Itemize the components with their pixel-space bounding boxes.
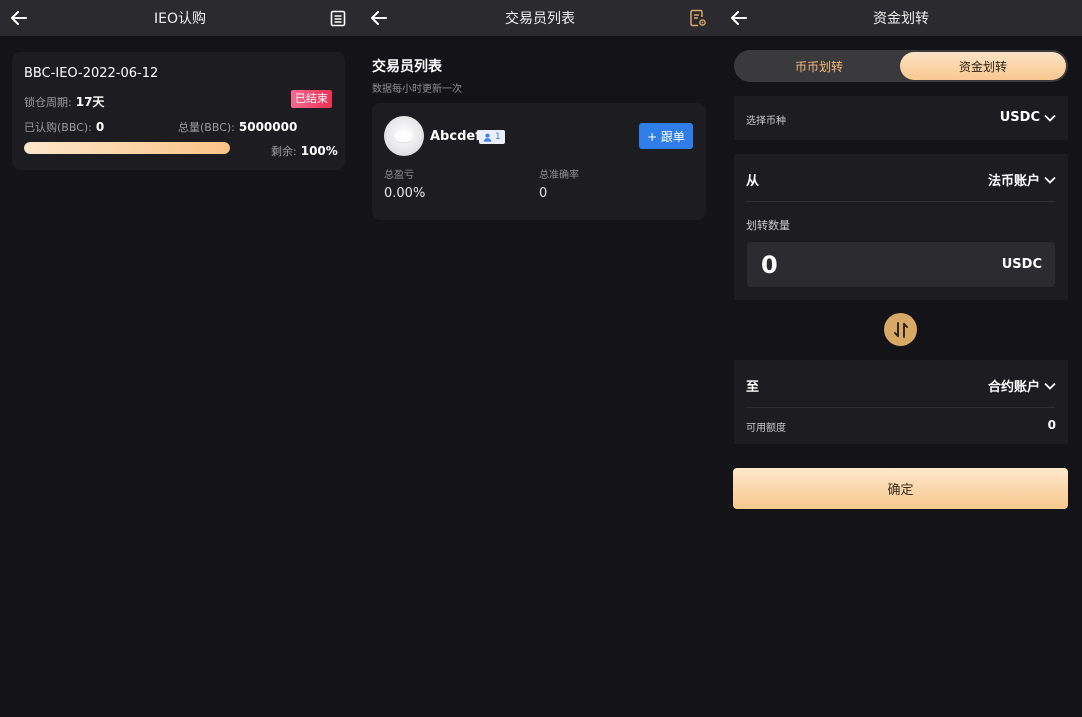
transfer-header: 资金划转 <box>720 0 1082 36</box>
total-label: 总量(BBC): <box>178 121 235 134</box>
ieo-project-card[interactable]: BBC-IEO-2022-06-12 锁仓周期: 17天 已结束 已认购(BBC)… <box>12 52 345 170</box>
amount-unit: USDC <box>1001 257 1042 272</box>
trader-name: Abcdef <box>430 129 481 144</box>
subscribed-label: 已认购(BBC): <box>24 121 92 134</box>
follower-count-badge: 1 <box>479 130 505 144</box>
chevron-down-icon <box>1044 114 1056 122</box>
status-badge: 已结束 <box>291 90 332 108</box>
transfer-screen: 资金划转 币币划转 资金划转 选择币种 USDC 从 法币账户 划转数量 0 U… <box>720 0 1082 717</box>
total-amount: 总量(BBC): 5000000 <box>178 119 297 135</box>
document-gear-icon[interactable] <box>688 8 708 28</box>
from-account-select[interactable]: 法币账户 <box>988 170 1056 189</box>
user-icon <box>483 133 492 142</box>
lock-period-value: 17天 <box>75 95 105 109</box>
page-title: IEO认购 <box>154 11 206 27</box>
remaining-progress-bar <box>24 142 230 154</box>
ieo-header: IEO认购 <box>0 0 360 36</box>
pnl-value: 0.00% <box>384 186 426 201</box>
trader-card[interactable]: Abcdef 1 + 跟单 总盈亏 0.00% 总准确率 0 <box>372 103 706 220</box>
back-arrow-icon[interactable] <box>368 7 390 29</box>
record-list-icon[interactable] <box>328 8 348 28</box>
remaining-value: 100% <box>300 144 338 158</box>
lock-period-label: 锁仓周期: <box>24 96 72 109</box>
back-arrow-icon[interactable] <box>8 7 30 29</box>
divider <box>746 407 1055 408</box>
remaining: 剩余: 100% <box>271 143 338 159</box>
transfer-type-tabs: 币币划转 资金划转 <box>734 50 1068 82</box>
confirm-button[interactable]: 确定 <box>733 468 1068 509</box>
coin-label: 选择币种 <box>746 116 786 127</box>
from-section: 从 法币账户 划转数量 0 USDC <box>734 154 1068 300</box>
ieo-screen: IEO认购 BBC-IEO-2022-06-12 锁仓周期: 17天 已结束 已认… <box>0 0 360 717</box>
available-value: 0 <box>1047 418 1056 432</box>
coin-select-row[interactable]: 选择币种 USDC <box>734 96 1068 140</box>
trader-list-screen: 交易员列表 交易员列表 数据每小时更新一次 Abcdef 1 + 跟单 总盈亏 … <box>360 0 720 717</box>
project-name: BBC-IEO-2022-06-12 <box>24 66 159 81</box>
chevron-down-icon <box>1044 382 1056 390</box>
subscribed-value: 0 <box>95 120 105 134</box>
section-title: 交易员列表 <box>372 59 442 75</box>
to-section: 至 合约账户 可用额度 0 <box>734 360 1068 444</box>
available-label: 可用额度 <box>746 423 786 434</box>
coin-value: USDC <box>999 110 1040 125</box>
from-label: 从 <box>746 174 760 189</box>
section-subtitle: 数据每小时更新一次 <box>372 84 462 95</box>
amount-label: 划转数量 <box>746 219 790 232</box>
page-title: 资金划转 <box>873 11 929 27</box>
tab-fund-transfer[interactable]: 资金划转 <box>900 52 1066 80</box>
swap-arrows-icon <box>893 321 908 338</box>
divider <box>746 201 1055 202</box>
remaining-progress-fill <box>24 142 230 154</box>
subscribed-amount: 已认购(BBC): 0 <box>24 119 104 135</box>
tab-spot-transfer[interactable]: 币币划转 <box>736 52 902 80</box>
to-label: 至 <box>746 380 760 395</box>
coin-select[interactable]: USDC <box>1000 110 1056 125</box>
trader-header: 交易员列表 <box>360 0 720 36</box>
swap-direction-button[interactable] <box>884 313 917 346</box>
page-title: 交易员列表 <box>505 11 575 27</box>
amount-input[interactable]: 0 USDC <box>747 242 1055 287</box>
pnl-label: 总盈亏 <box>384 170 414 181</box>
avatar <box>384 116 424 156</box>
follower-count: 1 <box>495 132 501 142</box>
follow-button[interactable]: + 跟单 <box>639 123 693 149</box>
from-account-value: 法币账户 <box>987 174 1040 189</box>
lock-period: 锁仓周期: 17天 <box>24 93 104 110</box>
amount-value: 0 <box>761 251 778 279</box>
to-account-value: 合约账户 <box>987 380 1040 395</box>
accuracy-label: 总准确率 <box>539 170 579 181</box>
to-account-select[interactable]: 合约账户 <box>988 376 1056 395</box>
chevron-down-icon <box>1044 176 1056 184</box>
remaining-label: 剩余: <box>271 145 297 158</box>
total-value: 5000000 <box>238 120 298 134</box>
accuracy-value: 0 <box>539 186 548 201</box>
back-arrow-icon[interactable] <box>728 7 750 29</box>
